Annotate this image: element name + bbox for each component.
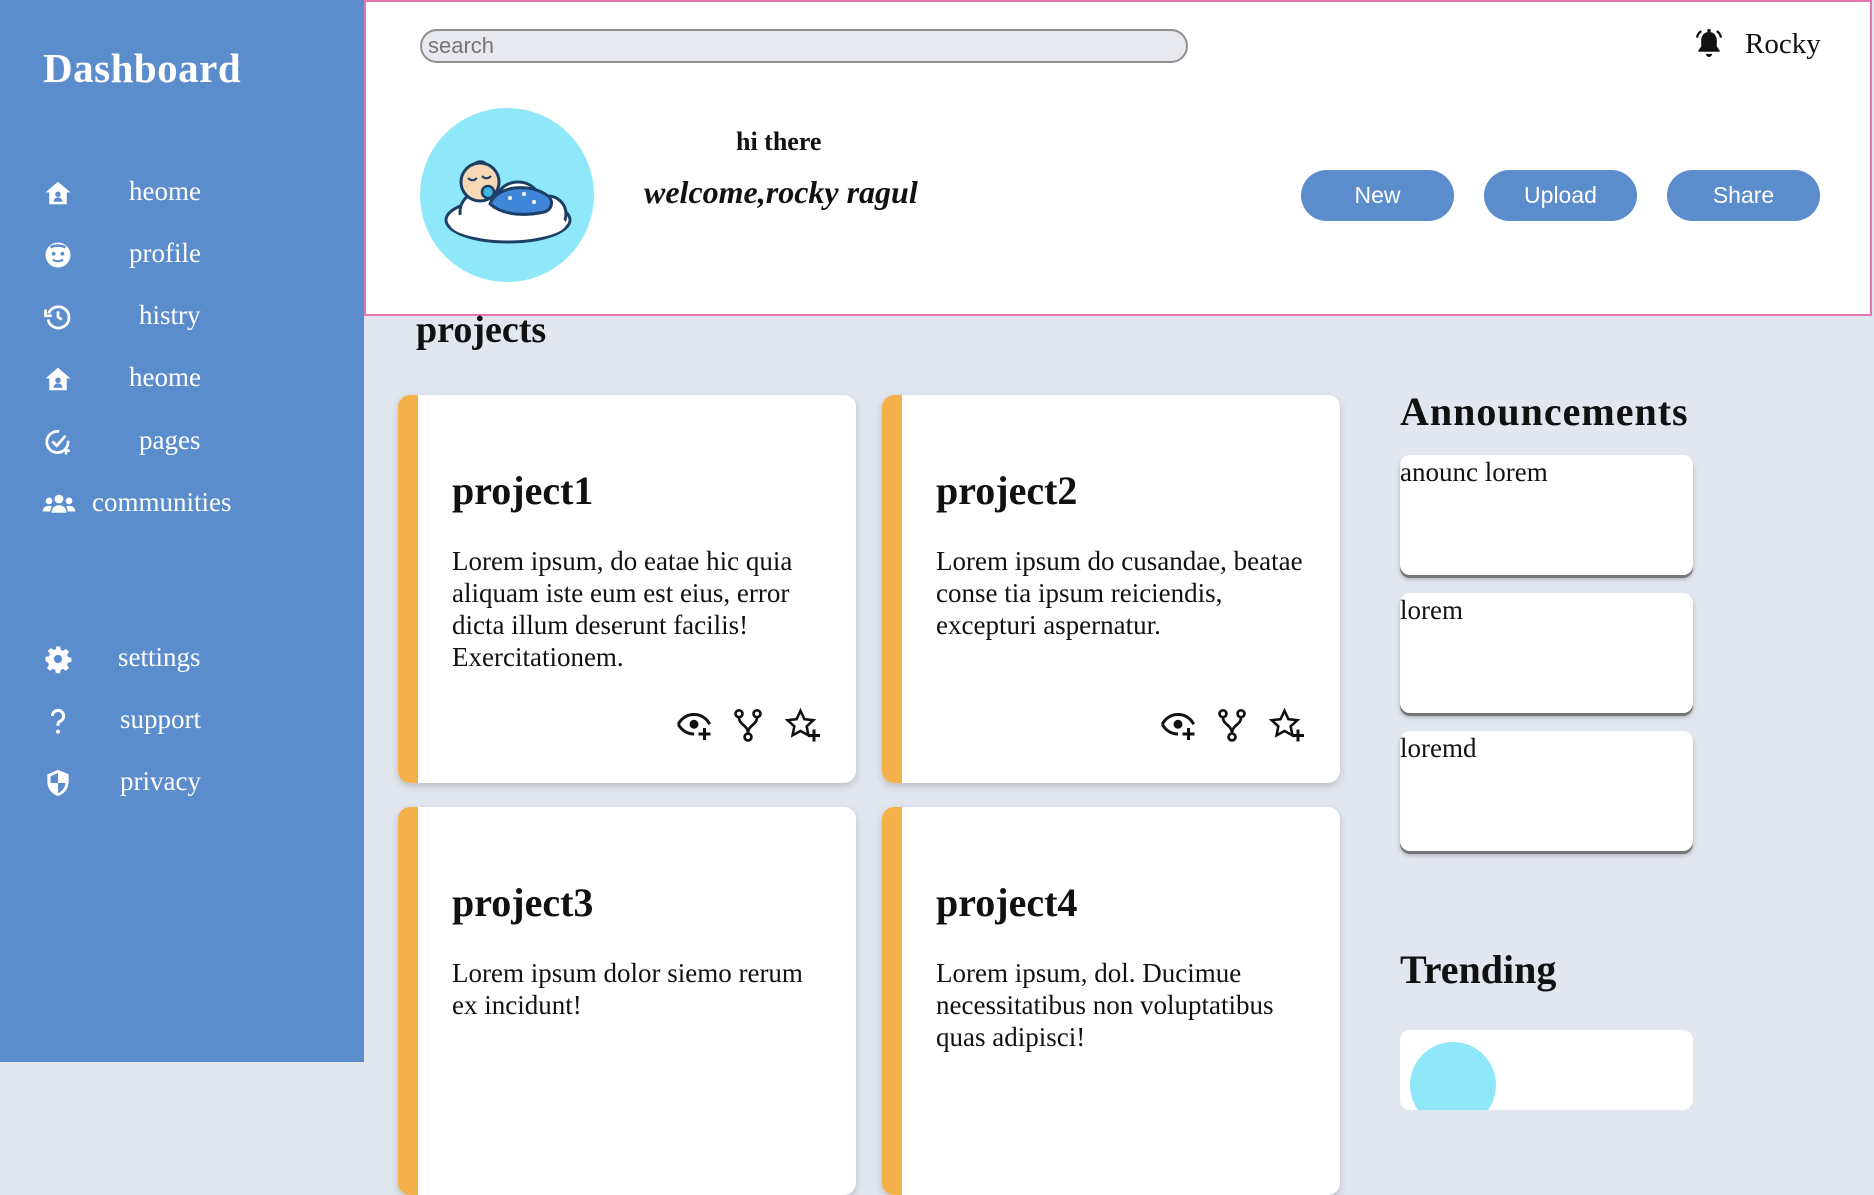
- trending-avatar: [1410, 1042, 1496, 1110]
- sidebar-item-communities[interactable]: communities: [0, 479, 364, 527]
- home-icon: [43, 178, 73, 208]
- pages-icon: [43, 427, 73, 457]
- sidebar-item-label: histry: [139, 300, 201, 330]
- project-description: Lorem ipsum do cusandae, beatae conse ti…: [936, 546, 1303, 640]
- announcement-text: loremd: [1400, 733, 1477, 763]
- username[interactable]: Rocky: [1745, 28, 1821, 61]
- fork-icon[interactable]: [1214, 707, 1250, 743]
- shield-icon: [43, 768, 73, 798]
- project-description: Lorem ipsum dolor siemo rerum ex incidun…: [452, 958, 803, 1020]
- sidebar-item-home[interactable]: heome: [0, 168, 364, 216]
- sidebar-item-support[interactable]: support: [0, 696, 364, 744]
- sidebar-item-label: support: [120, 704, 201, 734]
- star-icon[interactable]: [1268, 707, 1304, 743]
- project-description: Lorem ipsum, dol. Ducimue necessitatibus…: [936, 958, 1274, 1052]
- project-description: Lorem ipsum, do eatae hic quia aliquam i…: [452, 546, 793, 672]
- project-title: project4: [936, 880, 1078, 925]
- sidebar-item-settings[interactable]: settings: [0, 634, 364, 682]
- project-card[interactable]: project1 Lorem ipsum, do eatae hic quia …: [398, 395, 856, 783]
- watch-icon[interactable]: [676, 707, 712, 743]
- sidebar-item-label: profile: [129, 238, 201, 268]
- brand-title: Dashboard: [43, 45, 242, 91]
- question-icon: [43, 706, 73, 736]
- announcement-card[interactable]: loremd: [1400, 731, 1693, 851]
- sidebar-item-label: communities: [92, 487, 232, 517]
- sidebar-item-label: pages: [139, 425, 201, 455]
- project-title: project3: [452, 880, 594, 925]
- project-title: project2: [936, 468, 1078, 513]
- fork-icon[interactable]: [730, 707, 766, 743]
- announcement-text: anounc lorem: [1400, 457, 1548, 487]
- new-button[interactable]: New: [1301, 170, 1454, 221]
- header: Rocky hi there welcome,rocky ragul New U…: [364, 0, 1872, 316]
- share-button[interactable]: Share: [1667, 170, 1820, 221]
- card-accent-bar: [398, 807, 418, 1195]
- gear-icon: [43, 644, 73, 674]
- trending-card[interactable]: [1400, 1030, 1693, 1110]
- announcement-card[interactable]: anounc lorem: [1400, 455, 1693, 575]
- star-icon[interactable]: [784, 707, 820, 743]
- sidebar-item-history[interactable]: histry: [0, 292, 364, 340]
- search-input[interactable]: [420, 29, 1188, 63]
- announcement-text: lorem: [1400, 595, 1463, 625]
- sidebar-item-home-2[interactable]: heome: [0, 354, 364, 402]
- announcements-title: Announcements: [1400, 389, 1689, 434]
- sidebar-item-label: privacy: [120, 766, 201, 796]
- sidebar-item-label: settings: [118, 642, 201, 672]
- welcome-text: welcome,rocky ragul: [644, 174, 918, 210]
- greeting-text: hi there: [736, 127, 822, 156]
- card-accent-bar: [882, 395, 902, 783]
- history-icon: [43, 302, 73, 332]
- sidebar-item-pages[interactable]: pages: [0, 417, 364, 465]
- sidebar: Dashboard heome profile histry heome pag…: [0, 0, 364, 1062]
- project-actions: [1160, 707, 1320, 743]
- project-card[interactable]: project3 Lorem ipsum dolor siemo rerum e…: [398, 807, 856, 1195]
- sidebar-item-label: heome: [129, 176, 201, 206]
- avatar: [420, 108, 594, 282]
- card-accent-bar: [398, 395, 418, 783]
- projects-title: projects: [416, 309, 547, 351]
- sidebar-item-privacy[interactable]: privacy: [0, 758, 364, 806]
- bell-icon[interactable]: [1692, 26, 1726, 62]
- trending-title: Trending: [1400, 947, 1557, 992]
- upload-button[interactable]: Upload: [1484, 170, 1637, 221]
- home-icon: [43, 364, 73, 394]
- project-card[interactable]: project4 Lorem ipsum, dol. Ducimue neces…: [882, 807, 1340, 1195]
- card-accent-bar: [882, 807, 902, 1195]
- announcement-card[interactable]: lorem: [1400, 593, 1693, 713]
- project-actions: [676, 707, 836, 743]
- communities-icon: [41, 489, 77, 519]
- project-card[interactable]: project2 Lorem ipsum do cusandae, beatae…: [882, 395, 1340, 783]
- sidebar-item-profile[interactable]: profile: [0, 230, 364, 278]
- sidebar-item-label: heome: [129, 362, 201, 392]
- watch-icon[interactable]: [1160, 707, 1196, 743]
- profile-icon: [43, 240, 73, 270]
- project-title: project1: [452, 468, 594, 513]
